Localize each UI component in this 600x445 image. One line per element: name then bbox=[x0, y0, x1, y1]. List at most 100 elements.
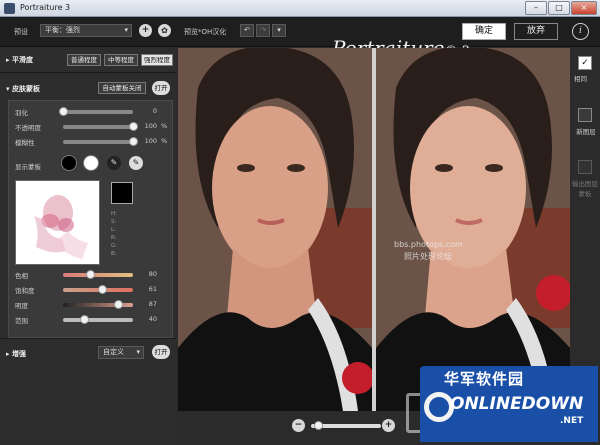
eyedropper-add-icon[interactable]: ✎ bbox=[129, 156, 143, 170]
hue-slider[interactable] bbox=[63, 273, 133, 277]
zoom-in-button[interactable]: + bbox=[382, 419, 395, 432]
hue-value: 80 bbox=[148, 270, 157, 278]
history-dropdown[interactable]: ▾ bbox=[272, 24, 286, 37]
preset-dropdown[interactable]: 平衡：强烈 ▾ bbox=[40, 24, 132, 37]
preset-value: 平衡：强烈 bbox=[45, 26, 80, 34]
color-readout: L: bbox=[111, 227, 116, 233]
opacity-slider-knob[interactable] bbox=[129, 122, 138, 131]
window-title: Portraiture 3 bbox=[20, 3, 71, 12]
color-swatch[interactable] bbox=[111, 182, 133, 204]
smoothing-strong-button[interactable]: 强烈程度 bbox=[141, 54, 173, 66]
enhance-toggle[interactable]: 打开 bbox=[152, 345, 170, 359]
show-mask-label: 显示蒙板 bbox=[15, 163, 41, 171]
fuzziness-slider-knob[interactable] bbox=[129, 137, 138, 146]
saturation-row: 饱和度 61 bbox=[9, 284, 174, 296]
close-button[interactable]: × bbox=[571, 1, 597, 15]
redo-icon[interactable]: ↷ bbox=[256, 24, 270, 37]
color-readout: H: bbox=[111, 211, 117, 217]
info-icon[interactable]: i bbox=[572, 23, 589, 40]
ok-button[interactable]: 确定 bbox=[462, 23, 506, 40]
color-readout: S: bbox=[111, 219, 117, 225]
opacity-value: 100 bbox=[144, 122, 157, 130]
new-layer-checkbox[interactable] bbox=[578, 108, 592, 122]
color-readout: G: bbox=[111, 243, 118, 249]
lightness-slider-knob[interactable] bbox=[113, 300, 123, 309]
opacity-slider[interactable] bbox=[63, 125, 133, 129]
feather-slider[interactable] bbox=[63, 110, 133, 114]
gear-icon[interactable]: ✿ bbox=[158, 24, 171, 37]
chevron-down-icon: ▾ bbox=[124, 26, 128, 34]
cancel-button[interactable]: 放弃 bbox=[514, 23, 558, 40]
skin-mask-panel: 显示蒙板 ✎ ✎ H: S: L: R: G: B: 羽化 0 不透明度 100% 模糊性 100%… bbox=[8, 100, 173, 338]
color-readout: R: bbox=[111, 235, 117, 241]
enhance-mode-dropdown[interactable]: 自定义 ▾ bbox=[98, 346, 144, 359]
watermark-url: bbs.photops.com bbox=[394, 240, 463, 249]
skin-mask-toggle[interactable]: 打开 bbox=[152, 81, 170, 95]
enhance-header[interactable]: ▸ 增强 bbox=[6, 349, 26, 359]
fuzziness-row: 模糊性 100% bbox=[9, 136, 174, 148]
preset-label: 预设 bbox=[14, 28, 28, 36]
toolbar: 预设 平衡：强烈 ▾ + ✿ 预览*OH汉化 ↶ ↷ ▾ Portraiture… bbox=[0, 17, 600, 60]
fuzziness-slider[interactable] bbox=[63, 140, 133, 144]
app-icon bbox=[4, 3, 15, 14]
hue-row: 色相 80 bbox=[9, 269, 174, 281]
feather-label: 羽化 bbox=[15, 109, 28, 117]
auto-mask-button[interactable]: 自动蒙板关闭 bbox=[98, 82, 146, 94]
smoothing-medium-button[interactable]: 中等程度 bbox=[104, 54, 138, 66]
lightness-row: 明度 87 bbox=[9, 299, 174, 311]
divider bbox=[0, 338, 176, 339]
white-swatch[interactable] bbox=[83, 155, 99, 171]
range-row: 范围 40 bbox=[9, 314, 174, 326]
watermark-text: 照片处理论坛 bbox=[404, 252, 452, 261]
fuzziness-unit: % bbox=[161, 137, 168, 145]
range-value: 40 bbox=[148, 315, 157, 323]
preview-label: 预览*OH汉化 bbox=[184, 28, 227, 36]
badge-tld: .NET bbox=[560, 416, 584, 426]
range-slider[interactable] bbox=[63, 318, 133, 322]
skin-mask-header[interactable]: ▾ 皮肤蒙板 bbox=[6, 84, 40, 94]
compare-checkbox[interactable]: ✓ bbox=[578, 56, 592, 70]
black-swatch[interactable] bbox=[61, 155, 77, 171]
maximize-button[interactable]: □ bbox=[548, 1, 570, 15]
minimize-button[interactable]: – bbox=[525, 1, 547, 15]
enhance-mode-value: 自定义 bbox=[103, 348, 124, 356]
opacity-label: 不透明度 bbox=[15, 124, 41, 132]
divider bbox=[0, 72, 176, 73]
site-badge: 华军软件园 ONLINEDOWN .NET bbox=[420, 366, 598, 442]
after-image: bbs.photops.com 照片处理论坛 bbox=[376, 48, 570, 411]
lightness-value: 87 bbox=[148, 300, 157, 308]
badge-cn: 华军软件园 bbox=[444, 370, 525, 388]
saturation-value: 61 bbox=[148, 285, 157, 293]
add-preset-button[interactable]: + bbox=[139, 24, 152, 37]
zoom-slider-knob[interactable] bbox=[314, 421, 323, 430]
color-readout: B: bbox=[111, 251, 117, 257]
undo-icon[interactable]: ↶ bbox=[240, 24, 254, 37]
mask-preview-image bbox=[34, 195, 88, 259]
hue-slider-knob[interactable] bbox=[85, 270, 95, 279]
title-bar: Portraiture 3 – □ × bbox=[0, 0, 600, 17]
opacity-unit: % bbox=[161, 122, 168, 130]
fuzziness-value: 100 bbox=[144, 137, 157, 145]
range-slider-knob[interactable] bbox=[80, 315, 89, 324]
chevron-down-icon: ▾ bbox=[136, 348, 140, 356]
compare-label: 相同 bbox=[574, 75, 587, 83]
smoothing-normal-button[interactable]: 普通程度 bbox=[67, 54, 101, 66]
new-layer-label: 新图层 bbox=[576, 128, 596, 136]
mask-preview bbox=[15, 180, 100, 265]
opacity-row: 不透明度 100% bbox=[9, 121, 174, 133]
smoothing-header[interactable]: ▸ 平滑度 bbox=[6, 55, 33, 65]
lightness-label: 明度 bbox=[15, 302, 28, 310]
saturation-slider-knob[interactable] bbox=[97, 285, 107, 294]
feather-value: 0 bbox=[152, 107, 157, 115]
eyedropper-icon[interactable]: ✎ bbox=[107, 156, 121, 170]
feather-slider-knob[interactable] bbox=[59, 107, 68, 116]
fuzziness-label: 模糊性 bbox=[15, 139, 35, 147]
preview-area: bbs.photops.com 照片处理论坛 bbox=[178, 48, 570, 411]
output-mask-label: 输出图层蒙板 bbox=[572, 180, 598, 198]
zoom-out-button[interactable]: − bbox=[292, 419, 305, 432]
range-label: 范围 bbox=[15, 317, 28, 325]
before-image bbox=[178, 48, 372, 411]
feather-row: 羽化 0 bbox=[9, 106, 174, 118]
before-photo bbox=[178, 48, 372, 411]
output-mask-checkbox[interactable] bbox=[578, 160, 592, 174]
